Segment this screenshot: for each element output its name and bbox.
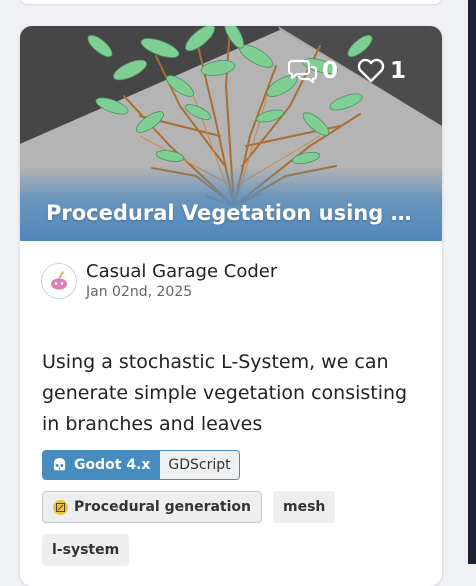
like-count-value: 1 [389,57,406,84]
tag-list: Godot 4.x GDScript Procedural generation… [42,450,432,577]
heart-icon [357,58,385,83]
thumbnail-stats: 0 1 [287,57,406,84]
language-tag-label: GDScript [168,457,231,473]
engine-tag-label: Godot 4.x [74,457,151,473]
comment-count[interactable]: 0 [287,57,338,84]
like-count[interactable]: 1 [356,58,406,84]
avatar[interactable] [41,263,77,299]
tag-procedural-generation[interactable]: Procedural generation [42,491,262,523]
card-title[interactable]: Procedural Vegetation using L-... [20,201,442,225]
tag-label: Procedural generation [74,499,251,515]
godot-icon [53,457,66,470]
tag-label: l-system [52,542,120,558]
tag-l-system[interactable]: l-system [42,534,130,566]
tag-mesh[interactable]: mesh [273,491,336,523]
comments-icon [287,59,318,84]
shader-card[interactable]: 0 1 Procedural Vegetation using L-... Ca… [20,26,442,586]
card-thumbnail[interactable]: 0 1 Procedural Vegetation using L-... [20,26,442,241]
card-description: Using a stochastic L-System, we can gene… [42,351,408,435]
scrollbar-track [468,0,476,564]
author-name[interactable]: Casual Garage Coder [86,262,277,282]
engine-tag[interactable]: Godot 4.x GDScript [42,450,240,480]
previous-card[interactable] [20,0,442,4]
avatar-robot-icon [51,271,67,290]
post-date: Jan 02nd, 2025 [86,284,193,300]
tag-label: mesh [283,499,326,515]
procedural-generation-icon [53,499,68,515]
author-block[interactable]: Casual Garage Coder Jan 02nd, 2025 [41,262,277,300]
comment-count-value: 0 [321,57,338,84]
